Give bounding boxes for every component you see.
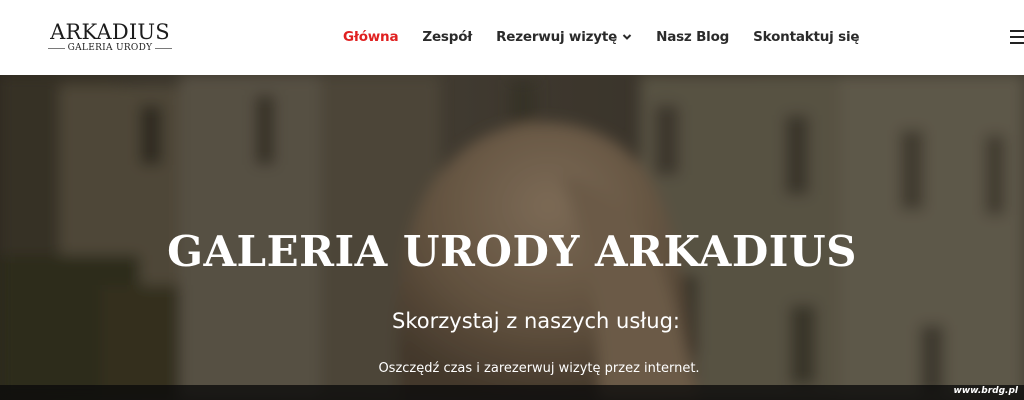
- logo-rule-right: [155, 47, 173, 49]
- logo-rule-left: [48, 47, 65, 49]
- hero-description: Oszczędź czas i zarezerwuj wizytę przez …: [378, 361, 700, 376]
- nav-item-label: Główna: [343, 29, 399, 45]
- main-navigation: Główna Zespół Rezerwuj wizytę Nasz Blog …: [343, 29, 883, 45]
- bottom-strip: www.brdg.pl: [0, 385, 1024, 400]
- nav-item-label: Zespół: [422, 29, 473, 45]
- nav-item-skontaktuj-sie[interactable]: Skontaktuj się: [753, 29, 859, 45]
- logo-title: ARKADIUS: [50, 20, 170, 44]
- watermark-text: www.brdg.pl: [953, 386, 1019, 396]
- site-logo[interactable]: ARKADIUS GALERIA URODY: [48, 20, 173, 53]
- nav-item-zespol[interactable]: Zespół: [422, 29, 472, 45]
- nav-item-label: Rezerwuj wizytę: [496, 29, 618, 45]
- nav-item-label: Nasz Blog: [656, 29, 730, 45]
- nav-item-rezerwuj-wizyte[interactable]: Rezerwuj wizytę: [496, 29, 632, 45]
- hamburger-menu-icon[interactable]: [1010, 30, 1024, 45]
- hero-title: GALERIA URODY ARKADIUS: [167, 227, 857, 276]
- chevron-down-icon[interactable]: [622, 32, 632, 42]
- nav-item-label: Skontaktuj się: [753, 29, 860, 45]
- nav-item-nasz-blog[interactable]: Nasz Blog: [656, 29, 729, 45]
- logo-subtitle-row: GALERIA URODY: [48, 43, 173, 53]
- site-header: ARKADIUS GALERIA URODY Główna Zespół Rez…: [0, 0, 1024, 75]
- logo-subtitle: GALERIA URODY: [67, 43, 153, 53]
- hero-subtitle: Skorzystaj z naszych usług:: [392, 309, 680, 333]
- nav-item-glowna[interactable]: Główna: [343, 29, 399, 45]
- hero-banner: GALERIA URODY ARKADIUS Skorzystaj z nasz…: [0, 75, 1024, 400]
